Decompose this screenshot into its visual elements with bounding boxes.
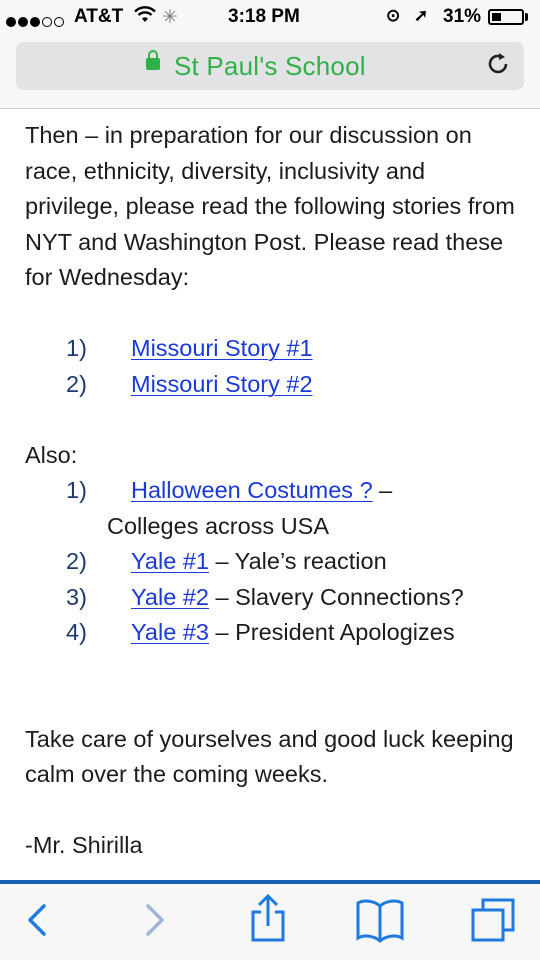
share-icon[interactable] — [248, 893, 288, 949]
list-item-suffix: – Slavery Connections? — [208, 583, 464, 610]
signature: -Mr. Shirilla — [25, 832, 143, 858]
yale-2-link[interactable]: Yale #2 — [131, 584, 209, 610]
back-icon[interactable] — [22, 900, 52, 945]
list-item-text: Yale #2 – Slavery Connections? — [131, 580, 464, 616]
list-number: 1) — [66, 477, 87, 503]
list-item-suffix: – President Apologizes — [208, 619, 455, 645]
forward-icon[interactable] — [140, 900, 170, 945]
battery-percentage: 31% — [443, 6, 482, 27]
list-item-text: Halloween Costumes ? – — [131, 473, 392, 509]
list-number: 3) — [66, 583, 87, 610]
yale-3-link[interactable]: Yale #3 — [131, 619, 209, 645]
location-arrow-icon: ➚ — [414, 6, 429, 25]
list-item: 4) Yale #3 – President Apologizes — [25, 615, 525, 651]
list-item: 1) Halloween Costumes ? – — [25, 473, 525, 509]
list-number: 2) — [66, 548, 87, 574]
intro-paragraph: Then – in preparation for our discussion… — [25, 122, 515, 290]
list-item-suffix: – Yale’s reaction — [208, 548, 387, 574]
list-number: 1) — [66, 335, 87, 361]
clock: 3:18 PM — [228, 6, 300, 27]
list-item: 2) Yale #1 – Yale’s reaction — [25, 544, 525, 580]
signal-strength-icon — [6, 11, 66, 27]
address-bar[interactable]: St Paul's School — [16, 42, 524, 90]
carrier-name: AT&T — [74, 6, 124, 27]
yale-1-link[interactable]: Yale #1 — [131, 548, 209, 574]
article-body: Then – in preparation for our discussion… — [25, 118, 525, 864]
status-bar: AT&T ✳ 3:18 PM ⊙ ➚ 31% — [0, 0, 540, 34]
list-item: 1) Missouri Story #1 — [25, 331, 525, 367]
list-number: 4) — [66, 619, 87, 645]
closing-paragraph: Take care of yourselves and good luck ke… — [25, 725, 514, 788]
battery-tip — [525, 13, 528, 21]
list-item-continuation: Colleges across USA — [107, 512, 330, 539]
list-item-text: Yale #1 – Yale’s reaction — [131, 544, 387, 580]
list-item-text: Yale #3 – President Apologizes — [131, 615, 455, 651]
bookmarks-icon[interactable] — [355, 898, 405, 949]
story-list: 1) Missouri Story #1 2) Missouri Story #… — [25, 331, 525, 402]
halloween-costumes-link[interactable]: Halloween Costumes ? — [131, 477, 373, 503]
browser-header: St Paul's School — [0, 34, 540, 109]
also-list: 1) Halloween Costumes ? – Colleges acros… — [25, 473, 525, 651]
browser-toolbar — [0, 880, 540, 960]
missouri-story-2-link[interactable]: Missouri Story #2 — [131, 367, 313, 403]
list-item: 2) Missouri Story #2 — [25, 367, 525, 403]
secure-lock-icon — [146, 50, 160, 70]
battery-icon — [488, 9, 524, 25]
rotation-lock-icon: ⊙ — [386, 6, 401, 25]
missouri-story-1-link[interactable]: Missouri Story #1 — [131, 331, 313, 367]
reload-icon[interactable] — [484, 50, 512, 84]
site-title[interactable]: St Paul's School — [174, 51, 366, 82]
tabs-icon[interactable] — [469, 896, 519, 951]
list-item: 3) Yale #2 – Slavery Connections? — [25, 580, 525, 616]
activity-spinner-icon: ✳ — [162, 7, 178, 28]
also-label: Also: — [25, 441, 78, 468]
list-item-suffix: – — [372, 477, 393, 503]
wifi-icon — [134, 6, 156, 30]
list-number: 2) — [66, 370, 87, 397]
